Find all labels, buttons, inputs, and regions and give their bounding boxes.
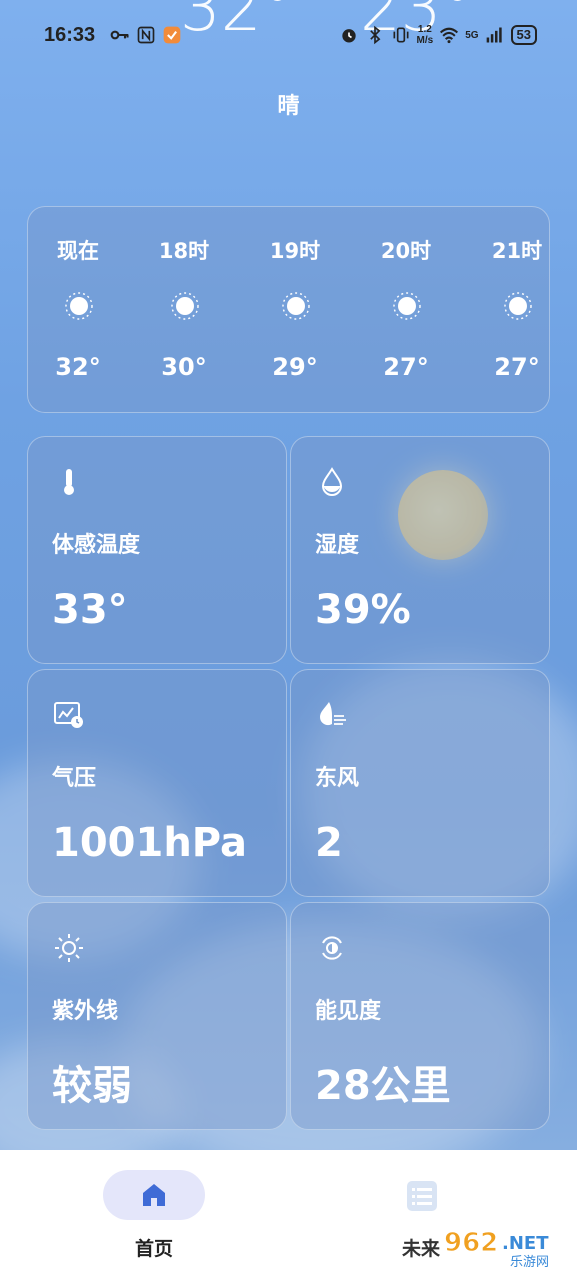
network-speed-value: 1.2 — [417, 24, 432, 35]
wind-card[interactable]: 东风 2 — [290, 669, 550, 897]
hourly-forecast-card[interactable]: 现在 32° 18时 30° 19时 29° 20时 27° 21时 27° — [27, 206, 550, 413]
hour-temp: 32° — [55, 353, 101, 381]
signal-icon — [486, 27, 502, 43]
app-notification-icon — [163, 26, 181, 44]
hour-temp: 27° — [383, 353, 429, 381]
sun-icon — [282, 292, 310, 320]
hour-label: 21时 — [491, 239, 543, 263]
hour-temp: 30° — [161, 353, 207, 381]
nav-future-label[interactable]: 未来 — [402, 1234, 440, 1261]
svg-text:962: 962 — [444, 1228, 498, 1258]
pressure-value: 1001hPa — [52, 820, 248, 866]
droplet-icon — [321, 467, 343, 496]
bluetooth-icon — [369, 25, 380, 45]
thermometer-icon — [64, 469, 74, 495]
network-type: 5G — [465, 29, 479, 41]
sun-icon — [393, 292, 421, 320]
visibility-card[interactable]: 能见度 28公里 — [290, 902, 550, 1130]
network-speed-unit: M/s — [416, 35, 434, 46]
svg-text:乐游网: 乐游网 — [510, 1255, 549, 1269]
watermark-logo: 962 .NET 乐游网 — [440, 1225, 570, 1271]
status-right-icons: 1.2 M/s 5G 53 — [339, 24, 537, 46]
battery-indicator: 53 — [510, 25, 537, 45]
feels-like-value: 33° — [52, 587, 128, 633]
status-left-icons — [110, 25, 182, 45]
feels-like-card[interactable]: 体感温度 33° — [27, 436, 287, 664]
nav-home-label[interactable]: 首页 — [103, 1234, 205, 1261]
pressure-label: 气压 — [52, 766, 97, 791]
hour-label: 19时 — [269, 239, 321, 263]
status-bar: 32° 23° 16:33 1.2 M/s 5G 53 — [0, 0, 577, 72]
hour-label: 20时 — [380, 239, 432, 263]
network-speed: 1.2 M/s — [417, 24, 434, 46]
wind-label: 东风 — [315, 766, 360, 791]
sun-icon — [504, 292, 532, 320]
visibility-label: 能见度 — [315, 999, 382, 1024]
uv-sun-icon — [55, 934, 83, 962]
pressure-card[interactable]: 气压 1001hPa — [27, 669, 287, 897]
sun-icon — [171, 292, 199, 320]
uv-label: 紫外线 — [52, 999, 119, 1024]
sun-icon — [65, 292, 93, 320]
svg-text:.NET: .NET — [502, 1233, 549, 1254]
humidity-card[interactable]: 湿度 39% — [290, 436, 550, 664]
hour-temp: 27° — [494, 353, 540, 381]
feels-like-label: 体感温度 — [52, 533, 141, 558]
key-icon — [110, 30, 129, 40]
humidity-value: 39% — [315, 587, 411, 633]
wind-icon — [319, 702, 346, 726]
alarm-icon — [341, 29, 356, 43]
big-temp-left: 32° — [180, 0, 294, 46]
nav-home-button[interactable] — [103, 1170, 205, 1220]
weather-condition: 晴 — [277, 94, 300, 119]
watermark-graphic: 962 .NET 乐游网 — [444, 1228, 550, 1271]
hour-temp: 29° — [272, 353, 318, 381]
visibility-value: 28公里 — [315, 1063, 451, 1109]
nfc-icon — [137, 26, 155, 44]
uv-card[interactable]: 紫外线 较弱 — [27, 902, 287, 1130]
wifi-icon — [440, 27, 459, 44]
list-icon[interactable] — [404, 1178, 440, 1214]
home-icon — [143, 1184, 165, 1206]
vibrate-icon — [393, 27, 409, 43]
uv-value: 较弱 — [52, 1063, 132, 1109]
humidity-label: 湿度 — [315, 533, 360, 558]
wind-value: 2 — [315, 820, 343, 866]
visibility-icon — [322, 936, 342, 960]
hour-label: 18时 — [158, 239, 210, 263]
hour-label: 现在 — [57, 239, 99, 263]
pressure-gauge-icon — [54, 702, 83, 728]
status-time: 16:33 — [44, 24, 96, 46]
